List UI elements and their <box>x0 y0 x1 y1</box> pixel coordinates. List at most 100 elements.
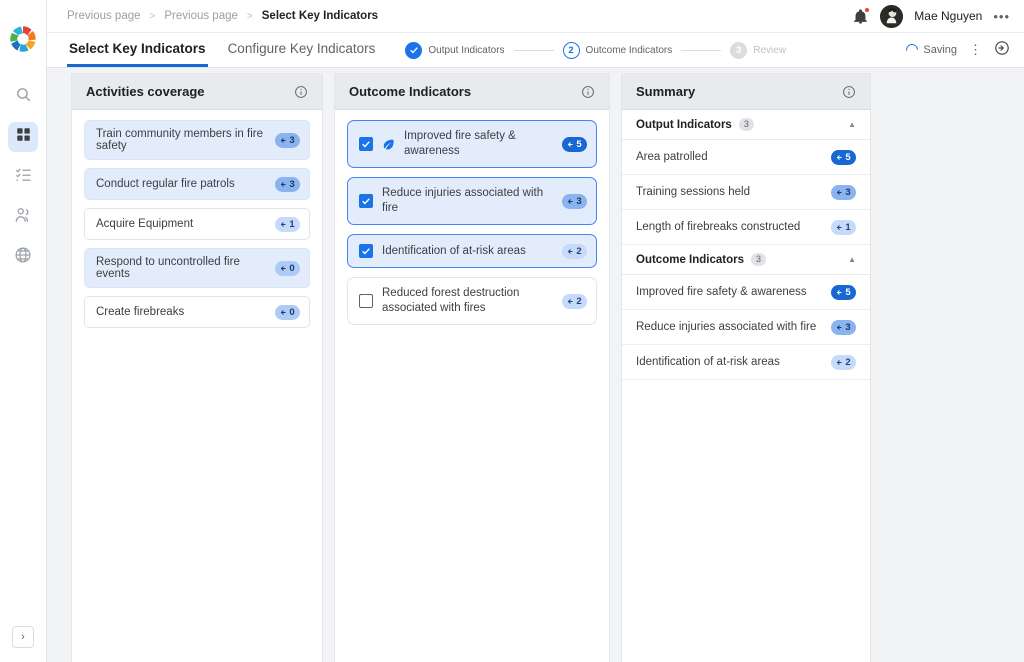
step-output-indicators[interactable]: Output Indicators <box>405 41 505 59</box>
avatar[interactable] <box>880 4 904 28</box>
panel-body: Output Indicators 3 ▲ Area patrolled 5 T… <box>622 110 870 662</box>
checkbox-checked[interactable] <box>359 137 373 151</box>
pinwheel-logo-icon[interactable] <box>6 22 40 56</box>
summary-row[interactable]: Area patrolled 5 <box>622 140 870 175</box>
panel-activities-coverage: Activities coverage Train community memb… <box>71 73 323 662</box>
coverage-count: 5 <box>576 138 582 150</box>
summary-row-label: Reduce injuries associated with fire <box>636 321 817 333</box>
coverage-count: 1 <box>289 218 295 230</box>
coverage-count: 5 <box>845 286 851 298</box>
summary-row[interactable]: Identification of at-risk areas 2 <box>622 345 870 380</box>
panel-title: Activities coverage <box>86 84 205 99</box>
coverage-count: 0 <box>289 262 295 274</box>
exit-icon[interactable] <box>994 40 1010 61</box>
sidebar-item-tasks[interactable] <box>8 162 38 192</box>
breadcrumb-item-1[interactable]: Previous page <box>67 10 141 22</box>
info-icon[interactable] <box>294 85 308 99</box>
sidebar-item-search[interactable] <box>8 82 38 112</box>
outcome-card[interactable]: Improved fire safety & awareness 5 <box>347 120 597 168</box>
sidebar-item-dashboard[interactable] <box>8 122 38 152</box>
breadcrumb-item-2[interactable]: Previous page <box>164 10 238 22</box>
coverage-badge: 5 <box>562 136 587 152</box>
sidebar-item-globe[interactable] <box>8 242 38 272</box>
step-circle-current: 2 <box>562 41 580 59</box>
coverage-count: 5 <box>845 151 851 163</box>
info-icon[interactable] <box>842 85 856 99</box>
collapse-caret-icon[interactable]: ▲ <box>848 120 856 129</box>
step-connector <box>513 49 554 51</box>
activity-label: Train community members in fire safety <box>96 128 264 152</box>
summary-group-header[interactable]: Outcome Indicators 3 ▲ <box>622 245 870 275</box>
tab-select-key-indicators[interactable]: Select Key Indicators <box>67 33 208 67</box>
breadcrumb-separator: > <box>246 10 253 22</box>
step-outcome-indicators[interactable]: 2 Outcome Indicators <box>562 41 673 59</box>
step-label: Output Indicators <box>428 44 505 56</box>
coverage-badge: 5 <box>831 284 856 300</box>
activity-card[interactable]: Train community members in fire safety 3 <box>84 120 310 160</box>
coverage-badge: 1 <box>275 216 300 232</box>
coverage-count: 3 <box>289 134 295 146</box>
tab-configure-key-indicators[interactable]: Configure Key Indicators <box>226 33 378 67</box>
activity-card[interactable]: Respond to uncontrolled fire events 0 <box>84 248 310 288</box>
checkbox-unchecked[interactable] <box>359 294 373 308</box>
app-window: › Previous page > Previous page > Select… <box>0 0 1024 662</box>
coverage-count: 2 <box>576 245 582 257</box>
people-icon <box>14 206 32 229</box>
coverage-badge: 0 <box>275 260 300 276</box>
activity-label: Create firebreaks <box>96 306 185 318</box>
panel-header: Activities coverage <box>72 74 322 110</box>
summary-group-header[interactable]: Output Indicators 3 ▲ <box>622 110 870 140</box>
coverage-count: 3 <box>845 321 851 333</box>
coverage-count: 3 <box>576 195 582 207</box>
more-options-button[interactable]: ••• <box>993 9 1010 24</box>
notification-bell-button[interactable] <box>852 6 871 25</box>
top-bar: Previous page > Previous page > Select K… <box>47 0 1024 33</box>
chevron-right-icon: › <box>21 631 25 643</box>
leaf-icon <box>382 138 395 151</box>
step-label: Review <box>753 44 787 56</box>
step-review[interactable]: 3 Review <box>730 41 787 59</box>
collapse-caret-icon[interactable]: ▲ <box>848 255 856 264</box>
summary-row[interactable]: Improved fire safety & awareness 5 <box>622 275 870 310</box>
main-area: Previous page > Previous page > Select K… <box>47 0 1024 662</box>
sidebar-item-people[interactable] <box>8 202 38 232</box>
summary-group-title: Output Indicators <box>636 118 732 131</box>
summary-group-count: 3 <box>751 253 767 266</box>
user-name: Mae Nguyen <box>914 9 983 23</box>
coverage-badge: 1 <box>831 219 856 235</box>
activity-card[interactable]: Conduct regular fire patrols 3 <box>84 168 310 200</box>
activity-card[interactable]: Acquire Equipment 1 <box>84 208 310 240</box>
checkbox-checked[interactable] <box>359 244 373 258</box>
saving-status: Saving <box>903 41 957 59</box>
outcome-label: Identification of at-risk areas <box>382 244 526 257</box>
coverage-count: 2 <box>576 295 582 307</box>
summary-row[interactable]: Reduce injuries associated with fire 3 <box>622 310 870 345</box>
expand-sidebar-button[interactable]: › <box>12 626 34 648</box>
panel-title: Outcome Indicators <box>349 84 472 99</box>
step-label: Outcome Indicators <box>585 44 673 56</box>
tabs-bar-right: Saving ⋮ <box>903 33 1010 67</box>
step-connector <box>681 49 722 51</box>
checkbox-checked[interactable] <box>359 194 373 208</box>
summary-row[interactable]: Training sessions held 3 <box>622 175 870 210</box>
outcome-card[interactable]: Identification of at-risk areas 2 <box>347 234 597 268</box>
notification-badge-dot <box>864 6 871 13</box>
summary-group-title: Outcome Indicators <box>636 253 744 266</box>
summary-group-left: Output Indicators 3 <box>636 118 754 131</box>
summary-row[interactable]: Length of firebreaks constructed 1 <box>622 210 870 245</box>
tabs: Select Key Indicators Configure Key Indi… <box>67 33 377 67</box>
panel-body: Improved fire safety & awareness 5 Reduc… <box>335 110 609 662</box>
outcome-label: Reduce injuries associated with fire <box>382 187 544 214</box>
step-circle-todo: 3 <box>730 41 748 59</box>
outcome-card[interactable]: Reduced forest destruction associated wi… <box>347 277 597 325</box>
summary-row-label: Identification of at-risk areas <box>636 356 780 368</box>
panel-outcome-indicators: Outcome Indicators Improved fire safety … <box>334 73 610 662</box>
panel-header: Summary <box>622 74 870 110</box>
spinner-icon <box>903 41 921 59</box>
outcome-card[interactable]: Reduce injuries associated with fire 3 <box>347 177 597 225</box>
coverage-badge: 3 <box>831 319 856 335</box>
activity-card[interactable]: Create firebreaks 0 <box>84 296 310 328</box>
step-circle-done <box>405 41 423 59</box>
overflow-menu-button[interactable]: ⋮ <box>969 43 982 56</box>
info-icon[interactable] <box>581 85 595 99</box>
